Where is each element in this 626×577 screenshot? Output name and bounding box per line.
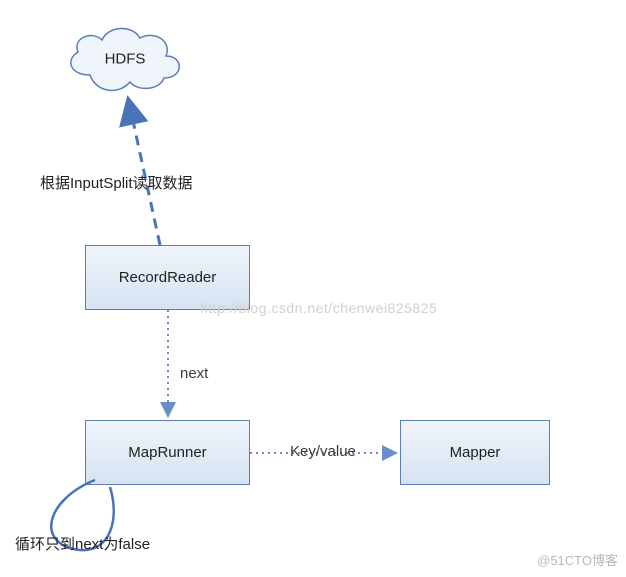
edge-key-value-label: Key/value xyxy=(290,443,356,460)
map-runner-node: MapRunner xyxy=(85,420,250,485)
mapper-node: Mapper xyxy=(400,420,550,485)
footer-watermark: @51CTO博客 xyxy=(537,550,618,569)
center-watermark: http://blog.csdn.net/chenwei825825 xyxy=(200,300,437,316)
hdfs-cloud: HDFS xyxy=(60,20,190,100)
hdfs-label: HDFS xyxy=(105,51,146,68)
record-reader-label: RecordReader xyxy=(119,269,217,286)
map-runner-label: MapRunner xyxy=(128,444,206,461)
edge-loop-label: 循环只到next为false xyxy=(15,533,150,554)
edge-read-split-label: 根据InputSplit读取数据 xyxy=(40,172,193,193)
edge-next-label: next xyxy=(180,365,208,382)
mapper-label: Mapper xyxy=(450,444,501,461)
